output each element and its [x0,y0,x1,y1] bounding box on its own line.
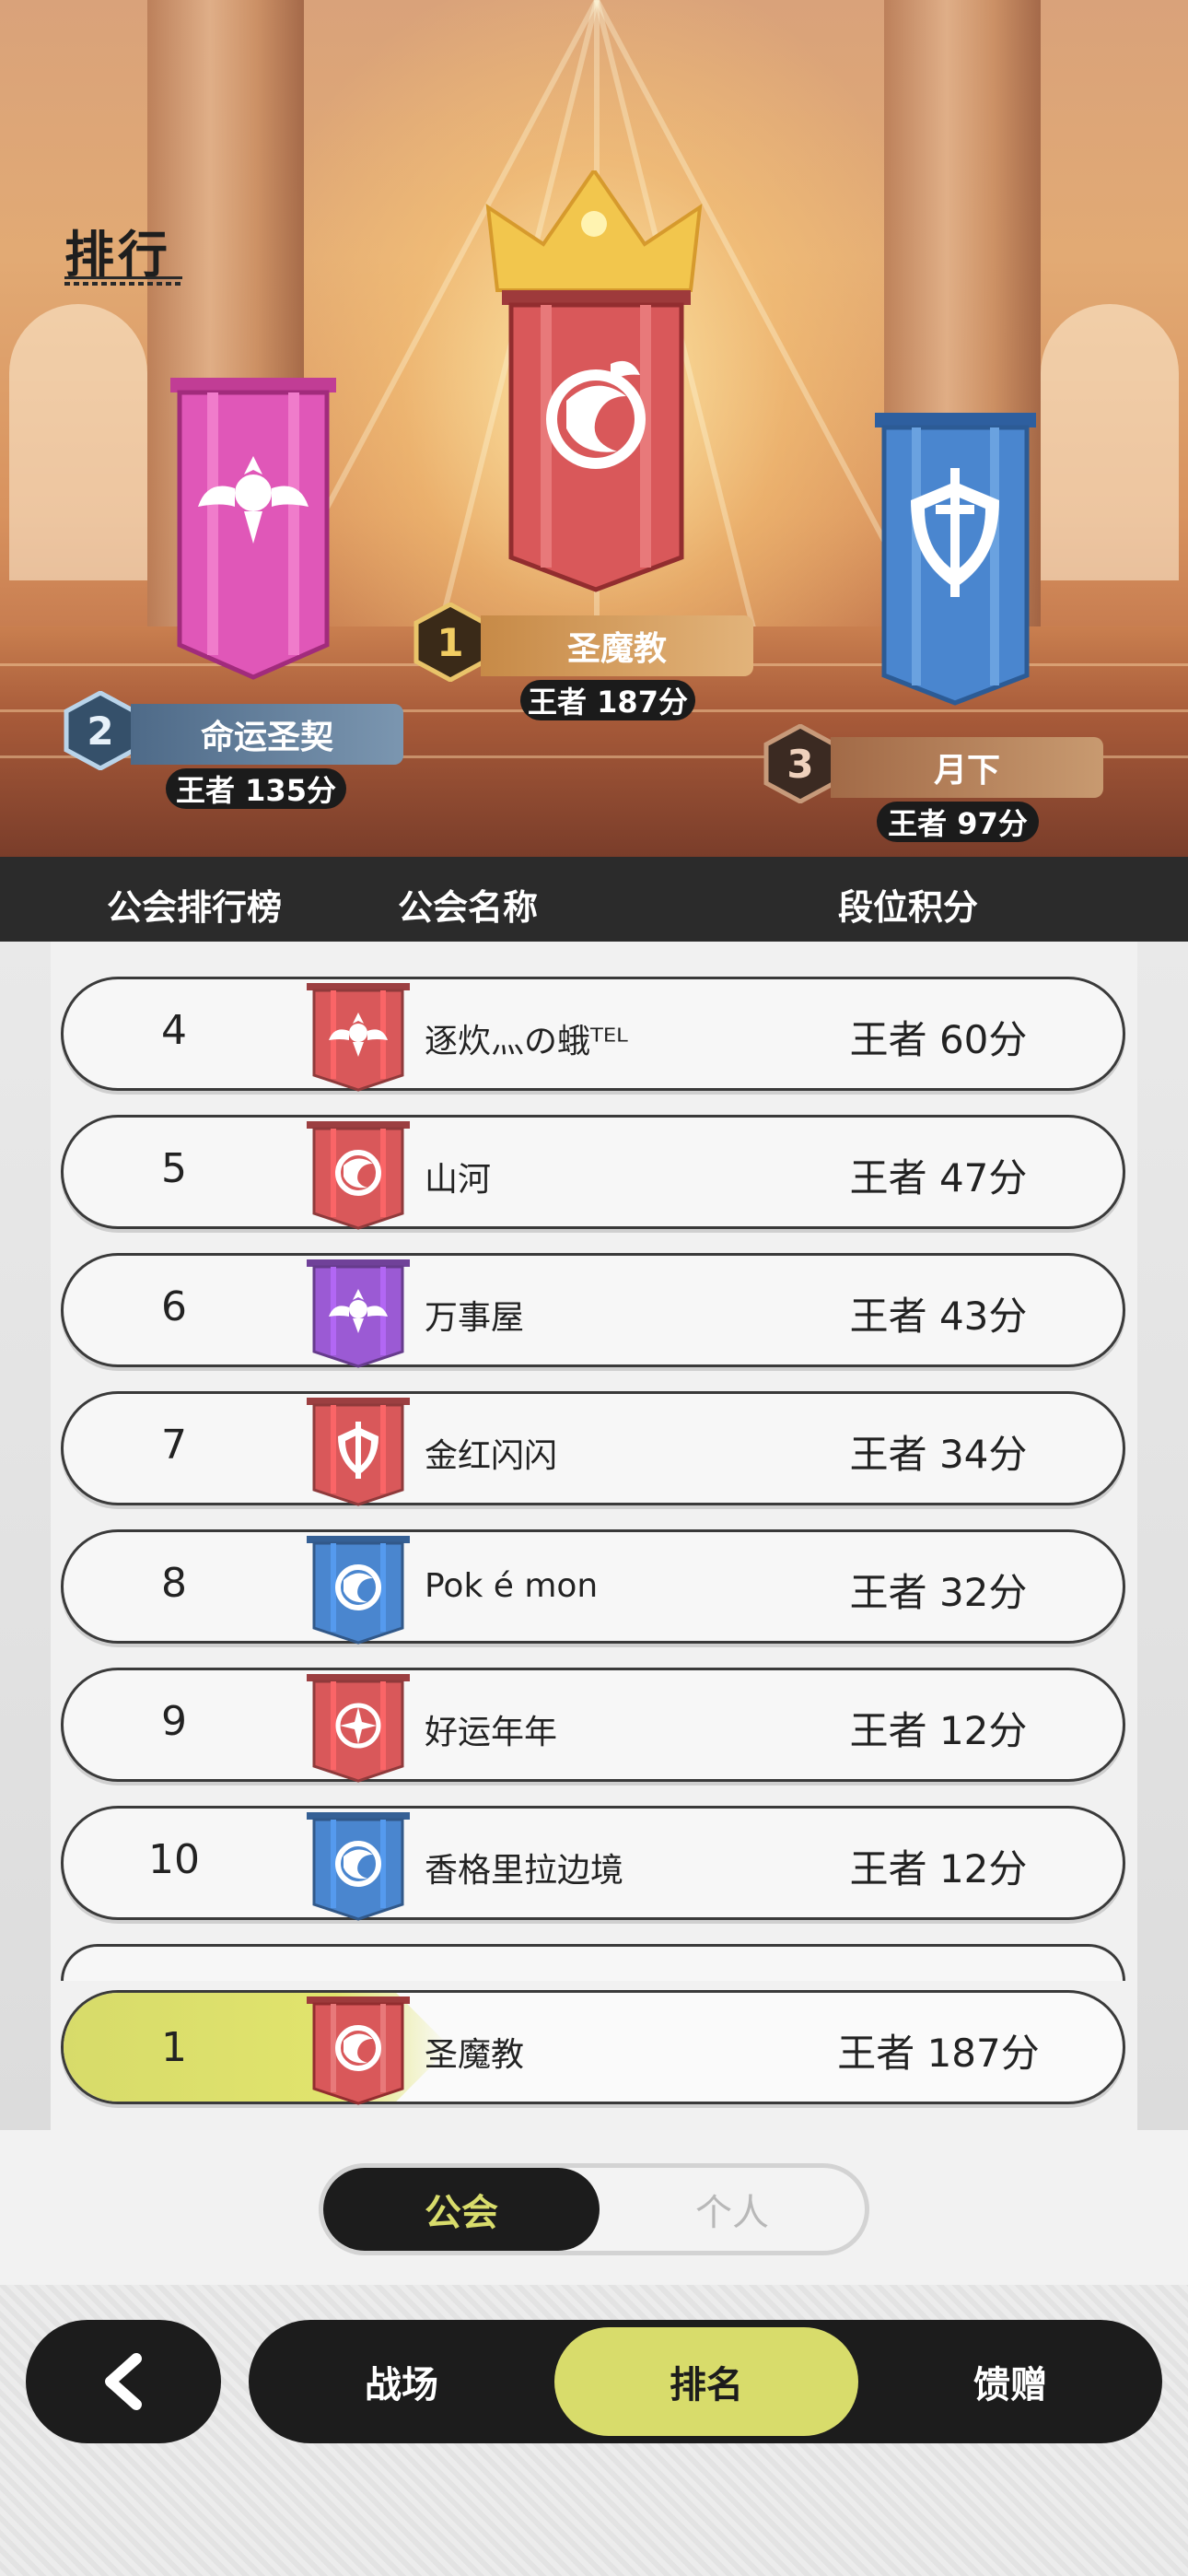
my-guild-score: 王者 187分 [837,2031,1040,2076]
guild-banner [307,1398,410,1506]
podium-2-banner [170,378,336,680]
scope-segmented-control: 公会 个人 [319,2163,869,2255]
podium-3-guild-name: 月下 [933,752,1000,790]
guild-score: 王者 12分 [849,1708,1028,1753]
guild-row[interactable]: 4 逐炊灬の蛾ᵀᴱᴸ 王者 60分 [61,977,1125,1092]
guild-score: 王者 47分 [849,1155,1028,1200]
guild-row[interactable]: 6 万事屋 王者 43分 [61,1253,1125,1368]
guild-banner [307,1674,410,1783]
guild-rank: 10 [148,1836,200,1883]
tab-personal[interactable]: 个人 [600,2168,865,2251]
rank-2-medal-icon: 2 [64,691,137,770]
header-score: 段位积分 [838,887,979,928]
guild-name: 山河 [425,1161,492,1199]
podium-1-guild-name: 圣魔教 [566,630,667,668]
nav-gifts[interactable]: 馈赠 [858,2320,1162,2443]
guild-banner [307,1536,410,1645]
podium-1-name-plate[interactable]: 圣魔教 [481,615,753,676]
my-guild-name: 圣魔教 [425,2036,525,2074]
svg-text:2: 2 [87,708,113,754]
chevron-left-icon [105,2353,142,2410]
guild-banner [307,1121,410,1230]
guild-row[interactable]: 9 好运年年 王者 12分 [61,1668,1125,1783]
guild-name: 香格里拉边境 [425,1852,624,1890]
guild-name: 逐炊灬の蛾ᵀᴱᴸ [425,1023,628,1060]
guild-rank: 5 [161,1145,187,1192]
my-guild-banner [307,1996,410,2105]
guild-banner [307,1812,410,1921]
guild-score: 王者 60分 [849,1017,1028,1062]
my-guild-rank: 1 [161,2024,187,2071]
title-underline [64,276,182,279]
bottom-nav: 战场 排名 馈赠 [249,2320,1162,2443]
my-guild-row[interactable]: 1 圣魔教 王者 187分 [61,1990,1125,2105]
ranking-hero: 排行 1 圣魔教 王者 187分 2 命运圣契 王者 135分 3 月下 王者 … [0,0,1188,857]
guild-score: 王者 34分 [849,1432,1028,1477]
guild-score: 王者 12分 [849,1846,1028,1891]
podium-3-banner [875,413,1036,706]
tab-guild[interactable]: 公会 [323,2168,600,2251]
svg-text:1: 1 [437,620,463,665]
podium-2-score: 王者 135分 [166,768,346,809]
guild-row[interactable]: 5 山河 王者 47分 [61,1115,1125,1230]
back-button[interactable] [26,2320,221,2443]
guild-row[interactable]: 7 金红闪闪 王者 34分 [61,1391,1125,1506]
rank-1-medal-icon: 1 [413,603,487,682]
guild-name: 万事屋 [425,1299,525,1337]
guild-name: 好运年年 [425,1714,558,1751]
podium-3-score: 王者 97分 [877,802,1039,842]
guild-name: 金红闪闪 [425,1437,558,1475]
compass-emblem-icon [335,1703,381,1749]
header-name: 公会名称 [398,887,539,928]
podium-2-name-plate[interactable]: 命运圣契 [131,704,403,765]
guild-banner [307,1259,410,1368]
guild-name: Pok é mon [425,1567,599,1605]
nav-battlefield[interactable]: 战场 [249,2320,554,2443]
crown-icon [485,170,703,292]
podium-1-score: 王者 187分 [520,680,695,720]
guild-row[interactable]: 10 香格里拉边境 王者 12分 [61,1806,1125,1921]
guild-rank: 6 [161,1283,187,1330]
guild-row[interactable]: 8 Pok é mon 王者 32分 [61,1529,1125,1645]
podium-1-banner [502,290,691,592]
guild-rank: 9 [161,1698,187,1745]
svg-text:3: 3 [786,742,813,787]
guild-row-partial [61,1944,1125,1981]
guild-score: 王者 32分 [849,1570,1028,1615]
podium-3-name-plate[interactable]: 月下 [831,737,1103,798]
guild-rank: 4 [161,1007,187,1054]
nav-ranking[interactable]: 排名 [554,2327,858,2436]
guild-rank: 7 [161,1422,187,1469]
guild-score: 王者 43分 [849,1294,1028,1339]
podium-2-guild-name: 命运圣契 [200,719,333,756]
header-rank: 公会排行榜 [107,887,283,928]
guild-banner [307,983,410,1092]
guild-rank: 8 [161,1560,187,1607]
rank-3-medal-icon: 3 [763,724,837,803]
table-header: 公会排行榜 公会名称 段位积分 [0,857,1188,942]
